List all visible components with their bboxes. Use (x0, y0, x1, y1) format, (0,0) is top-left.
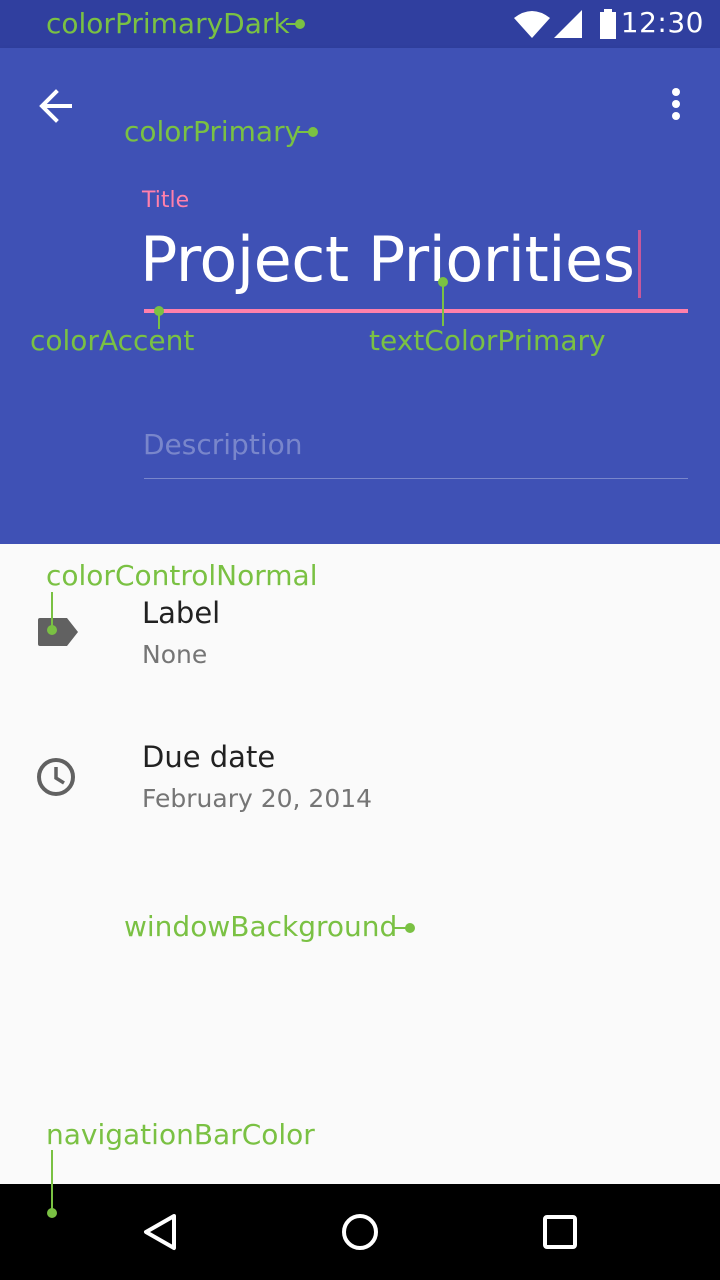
nav-back-icon[interactable] (140, 1212, 180, 1252)
text-cursor (638, 230, 641, 298)
app-bar (0, 48, 720, 544)
annotation-dot (308, 127, 318, 137)
due-date-item-title: Due date (142, 740, 276, 774)
nav-home-icon[interactable] (340, 1212, 380, 1252)
status-time: 12:30 (620, 6, 704, 39)
wifi-icon (514, 11, 550, 38)
annotation-connector (51, 592, 53, 628)
annotation-connector (442, 282, 444, 326)
cellular-signal-icon (554, 10, 582, 38)
clock-icon (37, 758, 75, 796)
title-field-label: Title (142, 188, 190, 213)
navigation-bar (0, 1184, 720, 1280)
label-item-value: None (142, 640, 208, 669)
annotation-text-color-primary: textColorPrimary (369, 324, 606, 357)
battery-icon (600, 9, 616, 39)
annotation-dot (47, 625, 57, 635)
annotation-color-primary-dark: colorPrimaryDark (46, 7, 290, 40)
title-underline (144, 309, 688, 313)
description-underline (144, 478, 688, 479)
status-icons (514, 9, 616, 39)
label-item-title: Label (142, 596, 221, 630)
annotation-dot (47, 1208, 57, 1218)
annotation-color-accent: colorAccent (30, 324, 195, 357)
annotation-connector (51, 1150, 53, 1212)
annotation-dot (405, 923, 415, 933)
nav-recents-icon[interactable] (542, 1214, 578, 1250)
title-input-value[interactable]: Project Priorities (140, 225, 635, 294)
label-tag-icon (38, 618, 78, 646)
more-vert-icon[interactable] (666, 86, 686, 126)
annotation-color-primary: colorPrimary (124, 115, 302, 148)
back-arrow-icon[interactable] (36, 86, 76, 126)
annotation-navigation-bar-color: navigationBarColor (46, 1118, 315, 1151)
due-date-item-value: February 20, 2014 (142, 784, 373, 813)
annotation-dot (295, 19, 305, 29)
annotation-window-background: windowBackground (124, 910, 398, 943)
description-placeholder[interactable]: Description (143, 428, 302, 461)
annotation-color-control-normal: colorControlNormal (46, 559, 318, 592)
